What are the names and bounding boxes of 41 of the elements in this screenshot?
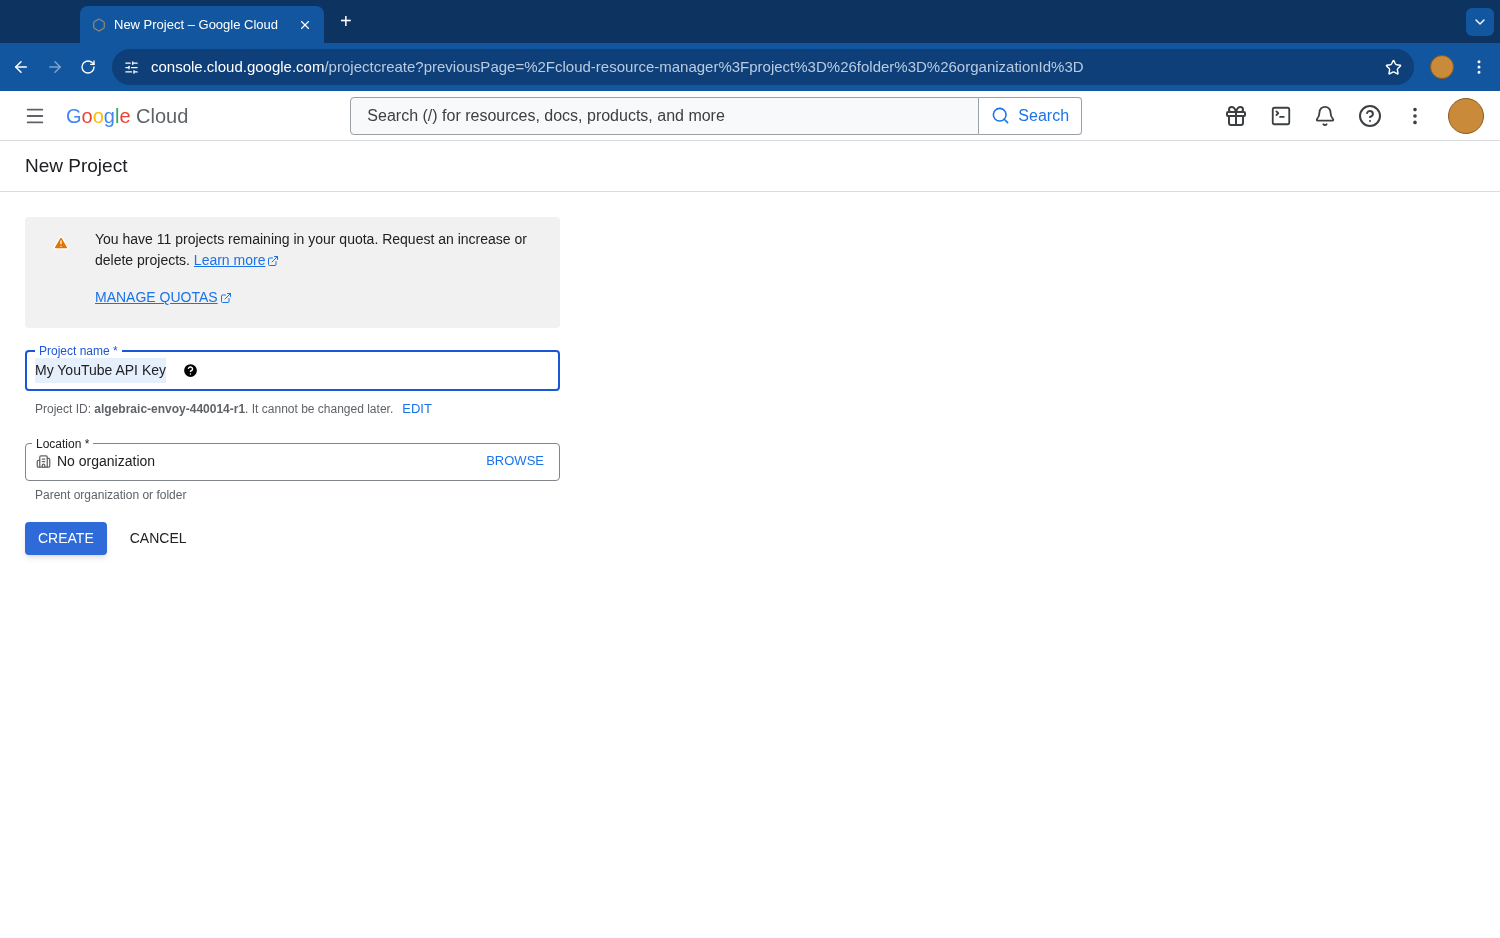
browse-link[interactable]: BROWSE [486,451,544,471]
google-cloud-logo[interactable]: Google Cloud [66,100,189,131]
external-link-icon [267,254,280,267]
field-label: Project name * [38,344,119,358]
terminal-icon[interactable] [1270,104,1292,127]
external-link-icon [219,291,232,304]
tab-title: New Project – Google Cloud [114,15,280,34]
new-tab-button[interactable]: + [340,7,352,35]
help-icon[interactable] [1358,103,1382,128]
edit-link[interactable]: EDIT [402,399,432,419]
back-icon[interactable] [12,58,30,76]
field-label: Location * [35,436,91,451]
url-text: console.cloud.google.com/projectcreate?previousPage=%2Fcloud-resource-manager%3Fproject%3D%26folder%3D%26organizationId%3D [151,56,1085,77]
search-button[interactable]: Search [979,96,1083,135]
browser-tab[interactable]: New Project – Google Cloud [80,6,324,43]
location-hint: Parent organization or folder [34,486,188,504]
manage-quotas-link[interactable]: MANAGE QUOTAS [95,287,232,308]
avatar[interactable] [1430,55,1454,79]
learn-more-link[interactable]: Learn more [193,250,280,271]
star-icon[interactable] [1385,58,1402,76]
gift-icon[interactable] [1224,103,1248,128]
quota-message: You have 11 projects remaining in your quota. Request an increase or delete projects. Learn more [95,229,544,271]
project-name-field[interactable]: Project name * My YouTube API Key [25,344,560,391]
building-icon [36,453,51,469]
notifications-icon[interactable] [1314,104,1336,127]
search-icon [991,106,1011,125]
page-title: New Project [25,153,128,178]
search-field[interactable]: Search (/) for resources, docs, products, and more [350,96,980,135]
location-field[interactable]: Location * No organization BROWSE [25,436,560,481]
create-button[interactable]: CREATE [25,521,107,555]
project-id-text: Project ID: algebraic-envoy-440014-r1. It cannot be changed later. [35,400,394,418]
forward-icon[interactable] [46,58,64,76]
tab-list-button[interactable] [1466,8,1494,36]
site-settings-icon[interactable] [124,59,139,75]
avatar[interactable] [1448,97,1484,134]
field-value: My YouTube API Key [35,358,166,383]
address-bar[interactable]: console.cloud.google.com/projectcreate?previousPage=%2Fcloud-resource-manager%3Fproject%3D%26folder%3D%26organizationId%3D [112,49,1414,85]
field-value: No organization [57,451,157,471]
warning-icon [53,235,69,251]
reload-icon[interactable] [80,59,96,75]
cancel-button[interactable]: CANCEL [116,521,200,555]
